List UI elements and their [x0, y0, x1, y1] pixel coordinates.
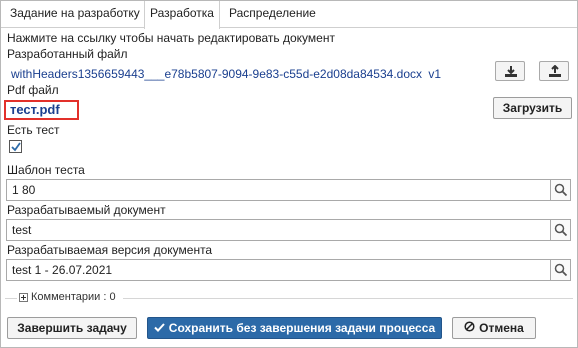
test-template-value: 1 80	[12, 183, 36, 197]
tab-development-task[interactable]: Задание на разработку	[10, 1, 140, 28]
download-button[interactable]	[495, 61, 525, 81]
test-template-search-button[interactable]	[550, 180, 570, 200]
complete-task-button[interactable]: Завершить задачу	[7, 317, 137, 339]
developed-file-link[interactable]: withHeaders1356659443___e78b5807-9094-9e…	[11, 67, 441, 81]
cancel-button[interactable]: Отмена	[452, 317, 536, 339]
task-dialog: Задание на разработку Разработка Распред…	[0, 0, 578, 348]
tab-development[interactable]: Разработка	[144, 1, 220, 29]
document-version-search-button[interactable]	[550, 260, 570, 280]
developed-document-value: test	[12, 223, 32, 237]
developed-file-version: v1	[428, 67, 442, 81]
checkmark-icon	[11, 142, 21, 152]
upload-pdf-button[interactable]: Загрузить	[493, 97, 572, 119]
document-version-value: test 1 - 26.07.2021	[12, 263, 113, 277]
comments-label[interactable]: Комментарии : 0	[31, 291, 116, 303]
has-test-label: Есть тест	[7, 123, 60, 137]
test-template-label: Шаблон теста	[7, 163, 85, 177]
tab-distribution[interactable]: Распределение	[229, 1, 316, 28]
developed-document-field[interactable]: test	[6, 219, 571, 241]
developed-document-label: Разрабатываемый документ	[7, 203, 166, 217]
document-version-field[interactable]: test 1 - 26.07.2021	[6, 259, 571, 281]
test-template-field[interactable]: 1 80	[6, 179, 571, 201]
developed-file-name: withHeaders1356659443___e78b5807-9094-9e…	[11, 67, 423, 81]
comments-divider-right	[123, 298, 573, 299]
pdf-file-label: Pdf файл	[7, 83, 59, 97]
upload-button[interactable]	[539, 61, 569, 81]
comments-section: Комментарии : 0	[1, 291, 577, 303]
document-version-label: Разрабатываемая версия документа	[7, 243, 213, 257]
cancel-icon	[464, 318, 475, 338]
pdf-file-link[interactable]: тест.pdf	[10, 102, 60, 117]
comments-divider-left	[5, 298, 17, 299]
upload-pdf-label: Загрузить	[502, 101, 563, 115]
save-without-completing-button[interactable]: Сохранить без завершения задачи процесса	[147, 317, 442, 339]
checkmark-icon	[154, 318, 165, 338]
expand-comments-icon[interactable]	[19, 293, 28, 302]
has-test-checkbox[interactable]	[9, 140, 22, 153]
upload-icon	[549, 65, 561, 77]
download-icon	[505, 66, 517, 77]
cancel-label: Отмена	[479, 321, 524, 335]
tab-bar: Задание на разработку Разработка Распред…	[1, 1, 577, 29]
search-icon	[554, 263, 568, 277]
edit-hint: Нажмите на ссылку чтобы начать редактиро…	[7, 31, 335, 45]
save-without-completing-label: Сохранить без завершения задачи процесса	[168, 321, 436, 335]
search-icon	[554, 223, 568, 237]
complete-task-label: Завершить задачу	[17, 321, 127, 335]
developed-document-search-button[interactable]	[550, 220, 570, 240]
search-icon	[554, 183, 568, 197]
developed-file-label: Разработанный файл	[7, 47, 128, 61]
